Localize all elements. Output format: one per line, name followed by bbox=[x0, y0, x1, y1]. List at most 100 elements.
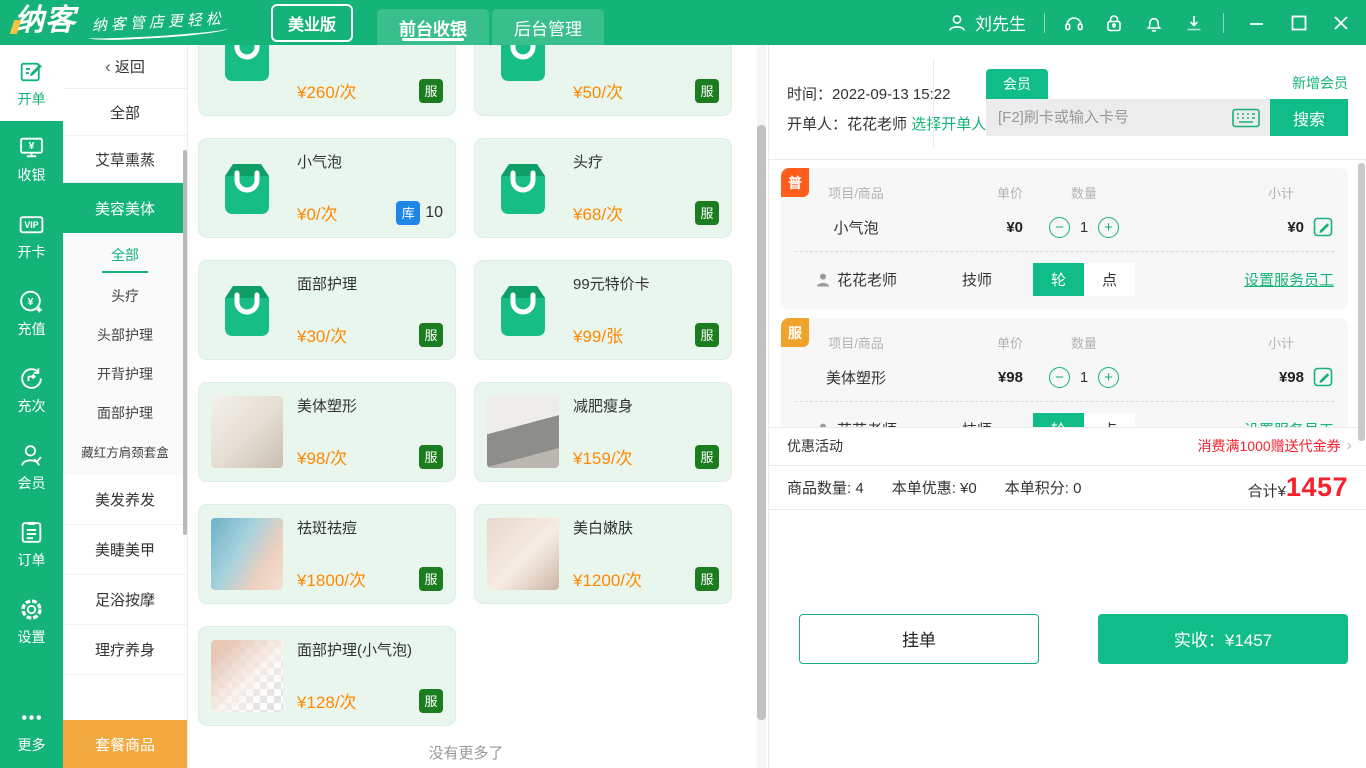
product-card[interactable]: ¥50/次 服 bbox=[474, 45, 732, 116]
toggle-rotation[interactable]: 轮 bbox=[1033, 263, 1084, 296]
category-scrollbar[interactable] bbox=[183, 150, 187, 535]
assign-mode-toggle: 轮 点 bbox=[1023, 413, 1145, 427]
product-card[interactable]: 头疗 ¥68/次 服 bbox=[474, 138, 732, 238]
back-button[interactable]: ‹ 返回 bbox=[63, 45, 187, 89]
product-card[interactable]: 祛斑祛痘 ¥1800/次 服 bbox=[198, 504, 456, 604]
nav-item-settings[interactable]: 设置 bbox=[0, 583, 63, 660]
set-staff-link[interactable]: 设置服务员工 bbox=[1244, 419, 1334, 427]
maximize-button[interactable] bbox=[1288, 12, 1310, 34]
service-badge: 服 bbox=[419, 689, 443, 713]
toggle-rotation[interactable]: 轮 bbox=[1033, 413, 1084, 427]
choose-operator-link[interactable]: 选择开单人 bbox=[911, 116, 986, 133]
subcategory-item[interactable]: 头疗 bbox=[63, 276, 187, 315]
set-staff-link[interactable]: 设置服务员工 bbox=[1244, 269, 1334, 290]
category-item[interactable]: 艾草熏蒸 bbox=[63, 136, 187, 183]
promo-link[interactable]: 消费满1000赠送代金券 › bbox=[1198, 436, 1352, 456]
lock-icon[interactable] bbox=[1103, 12, 1125, 34]
toggle-appointed[interactable]: 点 bbox=[1084, 263, 1135, 296]
product-card[interactable]: 99元特价卡 ¥99/张 服 bbox=[474, 260, 732, 360]
nav-item-cashier[interactable]: ¥ 收银 bbox=[0, 121, 63, 198]
svg-text:VIP: VIP bbox=[24, 220, 38, 230]
product-photo bbox=[211, 640, 283, 712]
orders-icon bbox=[18, 519, 45, 546]
product-card[interactable]: 面部护理 ¥30/次 服 bbox=[198, 260, 456, 360]
product-name: 减肥瘦身 bbox=[573, 395, 719, 416]
cart-item-qty: 1 bbox=[1079, 219, 1089, 236]
bell-icon[interactable] bbox=[1143, 12, 1165, 34]
open-order-icon bbox=[18, 58, 45, 85]
search-button[interactable]: 搜索 bbox=[1270, 99, 1348, 136]
app-window: 纳客 纳客管店更轻松 美业版 前台收银 后台管理 刘先生 bbox=[0, 0, 1366, 768]
end-of-list-text: 没有更多了 bbox=[188, 742, 744, 763]
service-badge: 服 bbox=[695, 445, 719, 469]
product-price: ¥68/次 bbox=[573, 200, 623, 225]
cart-item-price: ¥0 bbox=[931, 219, 1023, 236]
action-buttons: 挂单 实收：¥1457 bbox=[769, 509, 1366, 768]
category-item-active[interactable]: 美容美体 bbox=[63, 183, 187, 233]
recharge-icon: ¥ bbox=[18, 288, 45, 315]
product-name: 祛斑祛痘 bbox=[297, 517, 443, 538]
user-menu[interactable]: 刘先生 bbox=[946, 10, 1026, 35]
subcategory-item[interactable]: 开背护理 bbox=[63, 354, 187, 393]
user-name: 刘先生 bbox=[975, 10, 1026, 35]
nav-item-open-order[interactable]: 开单 bbox=[0, 45, 63, 121]
cart-item-price: ¥98 bbox=[931, 369, 1023, 386]
tab-back-manage[interactable]: 后台管理 bbox=[492, 9, 604, 45]
product-card[interactable]: 减肥瘦身 ¥159/次 服 bbox=[474, 382, 732, 482]
increase-qty-button[interactable]: + bbox=[1098, 367, 1119, 388]
decrease-qty-button[interactable]: − bbox=[1049, 367, 1070, 388]
product-card[interactable]: 小气泡 ¥0/次 库 10 bbox=[198, 138, 456, 238]
subcategory-all[interactable]: 全部 bbox=[63, 233, 187, 276]
nav-item-vip-card[interactable]: VIP 开卡 bbox=[0, 198, 63, 275]
brand-slogan: 纳客管店更轻松 bbox=[91, 7, 225, 43]
keyboard-icon[interactable] bbox=[1232, 108, 1260, 128]
user-icon bbox=[946, 12, 968, 34]
more-icon bbox=[18, 704, 45, 731]
product-photo bbox=[211, 396, 283, 468]
subcategory-item[interactable]: 藏红方肩颈套盒 bbox=[63, 432, 187, 471]
product-photo bbox=[487, 396, 559, 468]
product-card[interactable]: ¥260/次 服 bbox=[198, 45, 456, 116]
category-item[interactable]: 美睫美甲 bbox=[63, 525, 187, 575]
product-card[interactable]: 美体塑形 ¥98/次 服 bbox=[198, 382, 456, 482]
cart-list: 普 项目/商品 单价 数量 小计 小气泡 ¥0 − 1 + bbox=[769, 160, 1366, 427]
cart-item: 普 项目/商品 单价 数量 小计 小气泡 ¥0 − 1 + bbox=[781, 168, 1348, 309]
product-bag-icon bbox=[487, 274, 559, 346]
download-icon[interactable] bbox=[1183, 12, 1205, 34]
nav-item-members[interactable]: 会员 bbox=[0, 429, 63, 506]
subcategory-item[interactable]: 面部护理 bbox=[63, 393, 187, 432]
product-price: ¥98/次 bbox=[297, 444, 347, 469]
close-button[interactable] bbox=[1330, 12, 1352, 34]
edit-price-icon[interactable] bbox=[1312, 216, 1334, 238]
increase-qty-button[interactable]: + bbox=[1098, 217, 1119, 238]
category-item[interactable]: 美发养发 bbox=[63, 475, 187, 525]
minimize-button[interactable] bbox=[1246, 12, 1268, 34]
add-member-link[interactable]: 新增会员 bbox=[1292, 73, 1348, 93]
package-products-button[interactable]: 套餐商品 bbox=[63, 720, 187, 768]
checkout-button[interactable]: 实收：¥1457 bbox=[1098, 614, 1348, 664]
category-all[interactable]: 全部 bbox=[63, 89, 187, 136]
nav-item-more[interactable]: 更多 bbox=[0, 691, 63, 768]
tab-front-cashier[interactable]: 前台收银 bbox=[377, 9, 489, 45]
nav-item-recharge[interactable]: ¥ 充值 bbox=[0, 275, 63, 352]
product-price: ¥159/次 bbox=[573, 444, 633, 469]
decrease-qty-button[interactable]: − bbox=[1049, 217, 1070, 238]
edit-price-icon[interactable] bbox=[1312, 366, 1334, 388]
product-card[interactable]: 美白嫩肤 ¥1200/次 服 bbox=[474, 504, 732, 604]
headset-icon[interactable] bbox=[1063, 12, 1085, 34]
card-search-box bbox=[986, 99, 1270, 136]
assign-mode-toggle: 轮 点 bbox=[1023, 263, 1145, 296]
cart-scrollbar[interactable] bbox=[1358, 163, 1365, 441]
nav-item-orders[interactable]: 订单 bbox=[0, 506, 63, 583]
category-item[interactable]: 足浴按摩 bbox=[63, 575, 187, 625]
edition-button[interactable]: 美业版 bbox=[271, 4, 353, 42]
subcategory-item[interactable]: 头部护理 bbox=[63, 315, 187, 354]
product-card[interactable]: 面部护理(小气泡) ¥128/次 服 bbox=[198, 626, 456, 726]
category-item[interactable]: 理疗养身 bbox=[63, 625, 187, 675]
nav-item-refill-times[interactable]: 充次 bbox=[0, 352, 63, 429]
product-scrollbar[interactable] bbox=[757, 125, 766, 720]
hold-order-button[interactable]: 挂单 bbox=[799, 614, 1039, 664]
toggle-appointed[interactable]: 点 bbox=[1084, 413, 1135, 427]
card-search-input[interactable] bbox=[998, 109, 1232, 126]
member-tab[interactable]: 会员 bbox=[986, 69, 1048, 99]
